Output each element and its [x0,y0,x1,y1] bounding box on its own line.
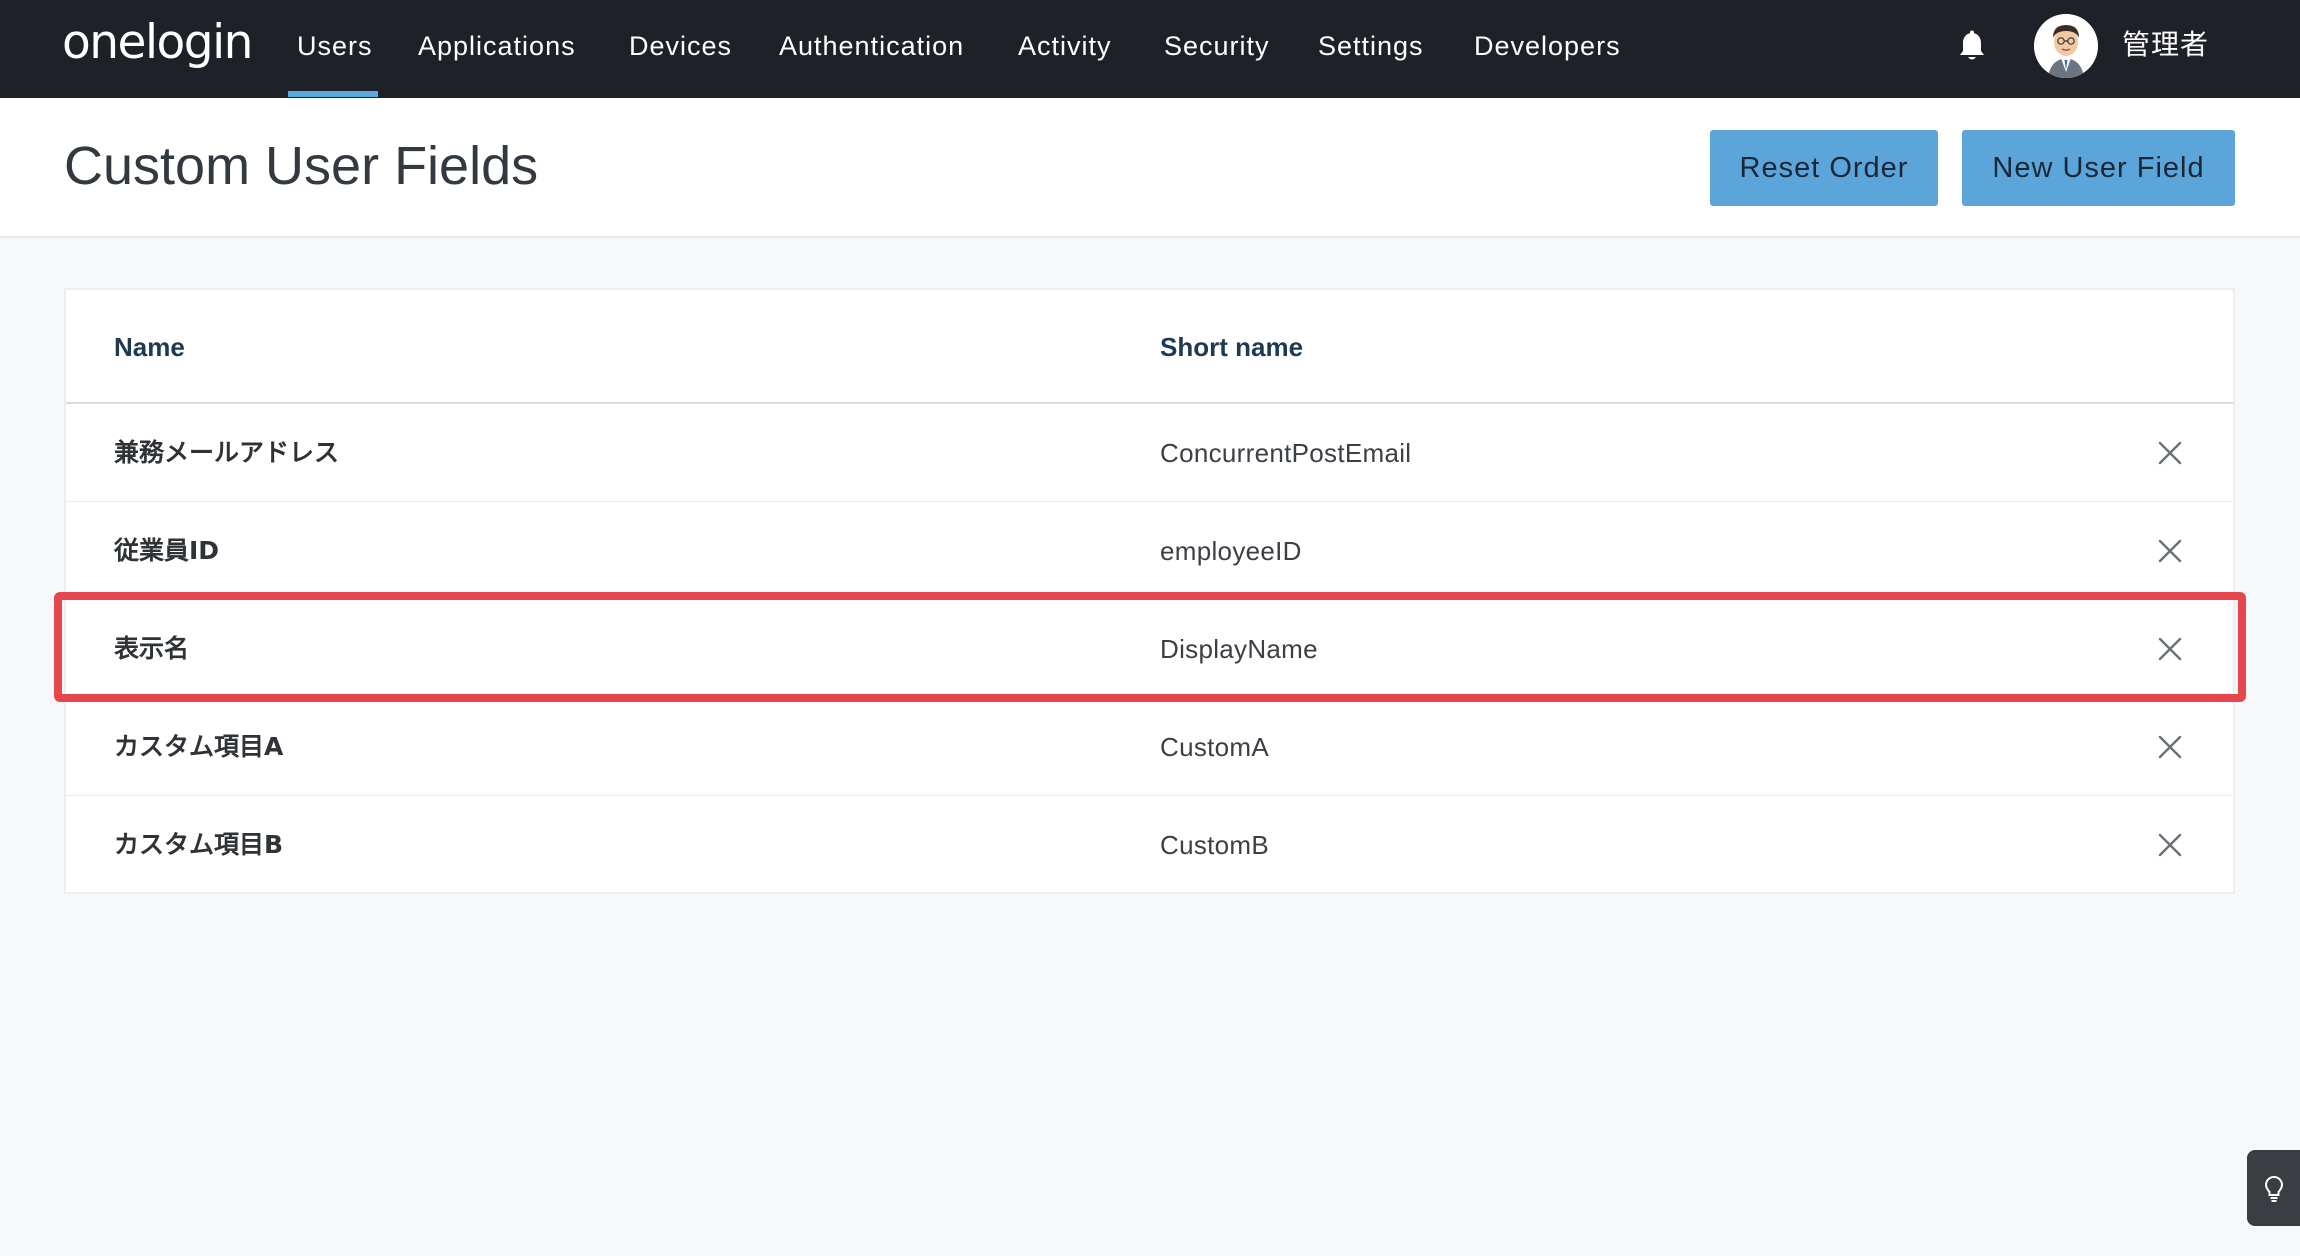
reset-order-button[interactable]: Reset Order [1710,130,1938,206]
nav-item-authentication[interactable]: Authentication [779,28,964,64]
nav-item-settings[interactable]: Settings [1318,28,1424,64]
table-row[interactable]: カスタム項目A CustomA [66,698,2233,796]
nav-item-developers[interactable]: Developers [1474,28,1621,64]
column-header-short-name: Short name [1160,332,1304,362]
field-short-name: employeeID [1160,536,1302,566]
table-row[interactable]: 従業員ID employeeID [66,502,2233,600]
field-short-name: CustomA [1160,732,1270,762]
field-name[interactable]: カスタム項目A [114,730,283,764]
onelogin-logo[interactable]: onelogin [62,14,253,72]
field-name[interactable]: 従業員ID [114,534,219,568]
nav-item-activity[interactable]: Activity [1018,28,1112,64]
user-name-menu[interactable]: 管理者 [2122,26,2209,64]
page-header: Custom User Fields Reset Order New User … [0,98,2300,238]
custom-fields-table: Name Short name 兼務メールアドレス ConcurrentPost… [64,288,2235,894]
close-icon[interactable] [2154,731,2186,763]
lightbulb-icon [2261,1174,2287,1204]
new-user-field-button[interactable]: New User Field [1962,130,2235,206]
column-header-name: Name [114,332,185,362]
table-header: Name Short name [66,290,2233,404]
active-nav-indicator [288,91,378,97]
table-row[interactable]: カスタム項目B CustomB [66,796,2233,894]
user-avatar[interactable] [2034,14,2098,78]
field-short-name: CustomB [1160,830,1270,860]
top-navigation: onelogin Users Applications Devices Auth… [0,0,2300,98]
field-short-name: ConcurrentPostEmail [1160,438,1412,468]
page-title: Custom User Fields [64,136,539,196]
close-icon[interactable] [2154,535,2186,567]
close-icon[interactable] [2154,437,2186,469]
help-tip-button[interactable] [2247,1150,2300,1226]
nav-item-security[interactable]: Security [1164,28,1270,64]
field-name[interactable]: カスタム項目B [114,828,283,862]
field-name[interactable]: 兼務メールアドレス [114,436,339,470]
nav-item-users[interactable]: Users [297,28,373,64]
close-icon[interactable] [2154,829,2186,861]
nav-item-devices[interactable]: Devices [629,28,732,64]
table-row[interactable]: 兼務メールアドレス ConcurrentPostEmail [66,404,2233,502]
highlight-box [54,592,2246,702]
nav-item-applications[interactable]: Applications [418,28,576,64]
bell-icon[interactable] [1957,30,1987,64]
